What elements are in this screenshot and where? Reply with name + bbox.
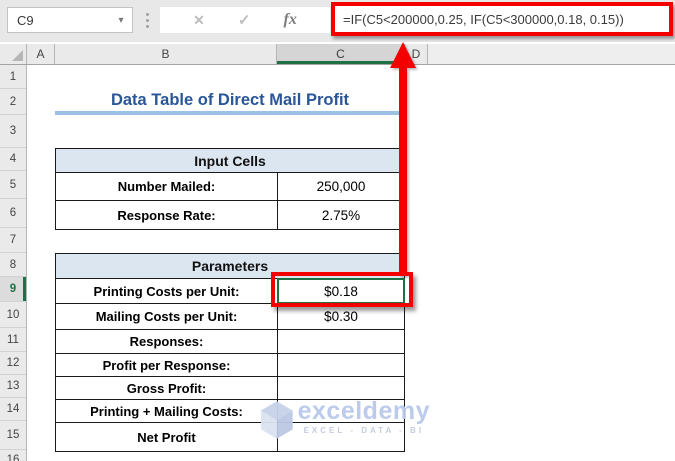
column-header-D[interactable]: D [405,44,428,64]
select-all-corner[interactable] [0,44,27,64]
row-header-13[interactable]: 13 [0,375,26,398]
row-header-1[interactable]: 1 [0,65,26,89]
cell-B14[interactable]: Printing + Mailing Costs: [56,400,278,422]
parameters-table: Parameters Printing Costs per Unit: $0.18 M… [55,253,405,452]
table-row: Printing + Mailing Costs: [56,399,404,422]
cell-C5[interactable]: 250,000 [278,173,404,200]
cell-B9[interactable]: Printing Costs per Unit: [56,279,278,303]
cell-B10[interactable]: Mailing Costs per Unit: [56,304,278,329]
cell-C6[interactable]: 2.75% [278,201,404,229]
row-header-3[interactable]: 3 [0,115,26,148]
section-header-input-cells[interactable]: Input Cells [56,149,404,172]
cell-C11[interactable] [278,330,404,353]
cell-C9[interactable]: $0.18 [277,278,405,304]
column-header-C[interactable]: C [277,44,405,64]
table-row: Responses: [56,329,404,353]
cell-C14[interactable] [278,400,404,422]
cell-B11[interactable]: Responses: [56,330,278,353]
table-row: Profit per Response: [56,353,404,376]
row-header-15[interactable]: 15 [0,421,26,450]
row-header-16[interactable]: 16 [0,450,26,461]
section-header-parameters[interactable]: Parameters [56,254,404,278]
table-row: Printing Costs per Unit: $0.18 [56,278,405,304]
row-header-6[interactable]: 6 [0,199,26,228]
cell-B15[interactable]: Net Profit [56,423,278,451]
cell-B13[interactable]: Gross Profit: [56,377,278,399]
excel-window: C9 ▾ ✕ ✓ fx =IF(C5<200000,0.25, IF(C5<30… [0,0,675,461]
cell-B12[interactable]: Profit per Response: [56,354,278,376]
row-header-strip: 1 2 3 4 5 6 7 8 9 10 11 12 13 14 15 16 [0,65,27,461]
name-box-dropdown-icon[interactable]: ▾ [110,15,132,26]
cell-sheet-title[interactable]: Data Table of Direct Mail Profit [55,89,405,115]
toolbar-grip-icon [146,13,149,28]
row-header-11[interactable]: 11 [0,328,26,352]
input-cells-table: Input Cells Number Mailed: 250,000 Response… [55,148,405,230]
row-header-9[interactable]: 9 [0,277,26,302]
cell-C13[interactable] [278,377,404,399]
column-header-strip: ABCD [0,44,675,65]
row-header-7[interactable]: 7 [0,228,26,253]
table-row: Gross Profit: [56,376,404,399]
cell-C12[interactable] [278,354,404,376]
column-header-B[interactable]: B [55,44,277,64]
cell-C10[interactable]: $0.30 [278,304,404,329]
name-box[interactable]: C9 ▾ [7,7,133,33]
cell-B5[interactable]: Number Mailed: [56,173,278,200]
row-header-8[interactable]: 8 [0,253,26,277]
name-box-value[interactable]: C9 [8,13,110,28]
formula-buttons-panel: ✕ ✓ fx [160,7,330,33]
cell-B6[interactable]: Response Rate: [56,201,278,229]
table-row: Response Rate: 2.75% [56,200,404,229]
row-header-14[interactable]: 14 [0,398,26,421]
table-row: Number Mailed: 250,000 [56,172,404,200]
table-row: Mailing Costs per Unit: $0.30 [56,303,404,329]
insert-function-icon[interactable]: fx [284,11,297,29]
row-header-2[interactable]: 2 [0,89,26,115]
formula-toolbar: C9 ▾ ✕ ✓ fx =IF(C5<200000,0.25, IF(C5<30… [0,0,675,42]
formula-bar-highlight-box: =IF(C5<200000,0.25, IF(C5<300000,0.18, 0… [331,2,673,36]
row-header-10[interactable]: 10 [0,302,26,328]
row-header-12[interactable]: 12 [0,352,26,375]
formula-bar-input[interactable]: =IF(C5<200000,0.25, IF(C5<300000,0.18, 0… [335,12,624,27]
enter-icon[interactable]: ✓ [238,11,251,29]
row-header-5[interactable]: 5 [0,171,26,199]
cell-C15[interactable] [278,423,404,451]
row-header-4[interactable]: 4 [0,148,26,171]
table-row: Net Profit [56,422,404,451]
column-header-A[interactable]: A [27,44,55,64]
column-header-filler [428,44,675,64]
cancel-icon[interactable]: ✕ [193,12,205,29]
